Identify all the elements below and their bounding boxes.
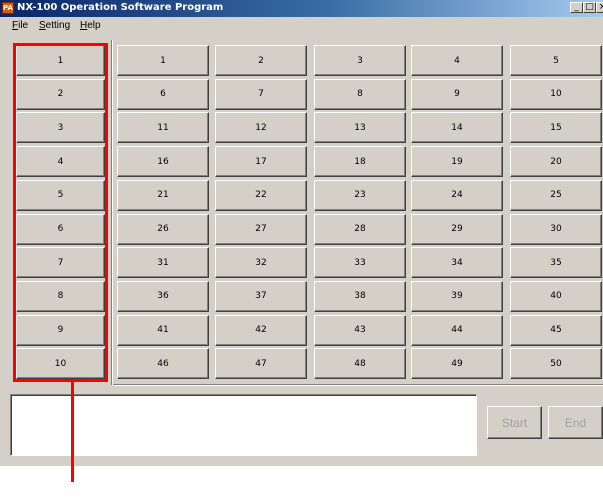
channel-button[interactable]: 41 [117, 314, 209, 346]
group-column-highlight [13, 43, 108, 382]
channel-button[interactable]: 9 [411, 78, 503, 110]
channel-button[interactable]: 34 [411, 247, 503, 279]
channel-button[interactable]: 10 [510, 78, 602, 110]
channel-button[interactable]: 1 [117, 45, 209, 76]
channel-button[interactable]: 25 [510, 179, 602, 211]
channel-button[interactable]: 39 [411, 280, 503, 312]
channel-button[interactable]: 24 [411, 179, 503, 211]
channel-button[interactable]: 38 [314, 280, 406, 312]
channel-button[interactable]: 2 [215, 45, 307, 76]
channel-button[interactable]: 46 [117, 348, 209, 380]
channel-button[interactable]: 50 [510, 348, 602, 380]
end-button[interactable]: End [548, 406, 603, 439]
channel-button[interactable]: 40 [510, 280, 602, 312]
menu-setting[interactable]: Setting [39, 20, 70, 31]
window-controls: _ □ × [570, 2, 603, 13]
menu-file[interactable]: File [12, 20, 28, 31]
start-button[interactable]: Start [487, 406, 542, 439]
channel-button[interactable]: 7 [215, 78, 307, 110]
channel-button[interactable]: 8 [314, 78, 406, 110]
channel-button[interactable]: 48 [314, 348, 406, 380]
channel-button[interactable]: 35 [510, 247, 602, 279]
channel-button[interactable]: 23 [314, 179, 406, 211]
channel-button[interactable]: 29 [411, 213, 503, 245]
horizontal-separator [113, 384, 603, 386]
channel-button[interactable]: 12 [215, 112, 307, 144]
channel-button[interactable]: 3 [314, 45, 406, 76]
channel-button[interactable]: 42 [215, 314, 307, 346]
title-bar[interactable]: PA NX-100 Operation Software Program _ □… [0, 0, 603, 17]
channel-button[interactable]: 31 [117, 247, 209, 279]
channel-button[interactable]: 19 [411, 146, 503, 178]
channel-button[interactable]: 17 [215, 146, 307, 178]
channel-button[interactable]: 27 [215, 213, 307, 245]
window-title: NX-100 Operation Software Program [17, 2, 224, 13]
channel-button[interactable]: 28 [314, 213, 406, 245]
annotation-pointer-line [71, 382, 74, 482]
channel-button[interactable]: 15 [510, 112, 602, 144]
channel-button[interactable]: 20 [510, 146, 602, 178]
channel-button[interactable]: 36 [117, 280, 209, 312]
channel-button[interactable]: 33 [314, 247, 406, 279]
channel-button[interactable]: 43 [314, 314, 406, 346]
channel-button[interactable]: 11 [117, 112, 209, 144]
channel-button[interactable]: 47 [215, 348, 307, 380]
channel-button[interactable]: 21 [117, 179, 209, 211]
channel-button[interactable]: 26 [117, 213, 209, 245]
channel-button[interactable]: 22 [215, 179, 307, 211]
channel-button[interactable]: 44 [411, 314, 503, 346]
channel-button[interactable]: 13 [314, 112, 406, 144]
menu-bar: File Setting Help [0, 18, 603, 34]
channel-button[interactable]: 30 [510, 213, 602, 245]
channel-button[interactable]: 32 [215, 247, 307, 279]
maximize-button[interactable]: □ [583, 2, 596, 13]
menu-help[interactable]: Help [80, 20, 101, 31]
vertical-separator [111, 40, 113, 385]
channel-button[interactable]: 6 [117, 78, 209, 110]
channel-button[interactable]: 5 [510, 45, 602, 76]
channel-button[interactable]: 37 [215, 280, 307, 312]
channel-button[interactable]: 16 [117, 146, 209, 178]
channel-button[interactable]: 49 [411, 348, 503, 380]
channel-button[interactable]: 18 [314, 146, 406, 178]
app-icon: PA [2, 2, 14, 14]
channel-button[interactable]: 45 [510, 314, 602, 346]
channel-button[interactable]: 4 [411, 45, 503, 76]
close-button[interactable]: × [596, 2, 603, 13]
status-display [10, 394, 477, 456]
minimize-button[interactable]: _ [570, 2, 583, 13]
channel-button[interactable]: 14 [411, 112, 503, 144]
